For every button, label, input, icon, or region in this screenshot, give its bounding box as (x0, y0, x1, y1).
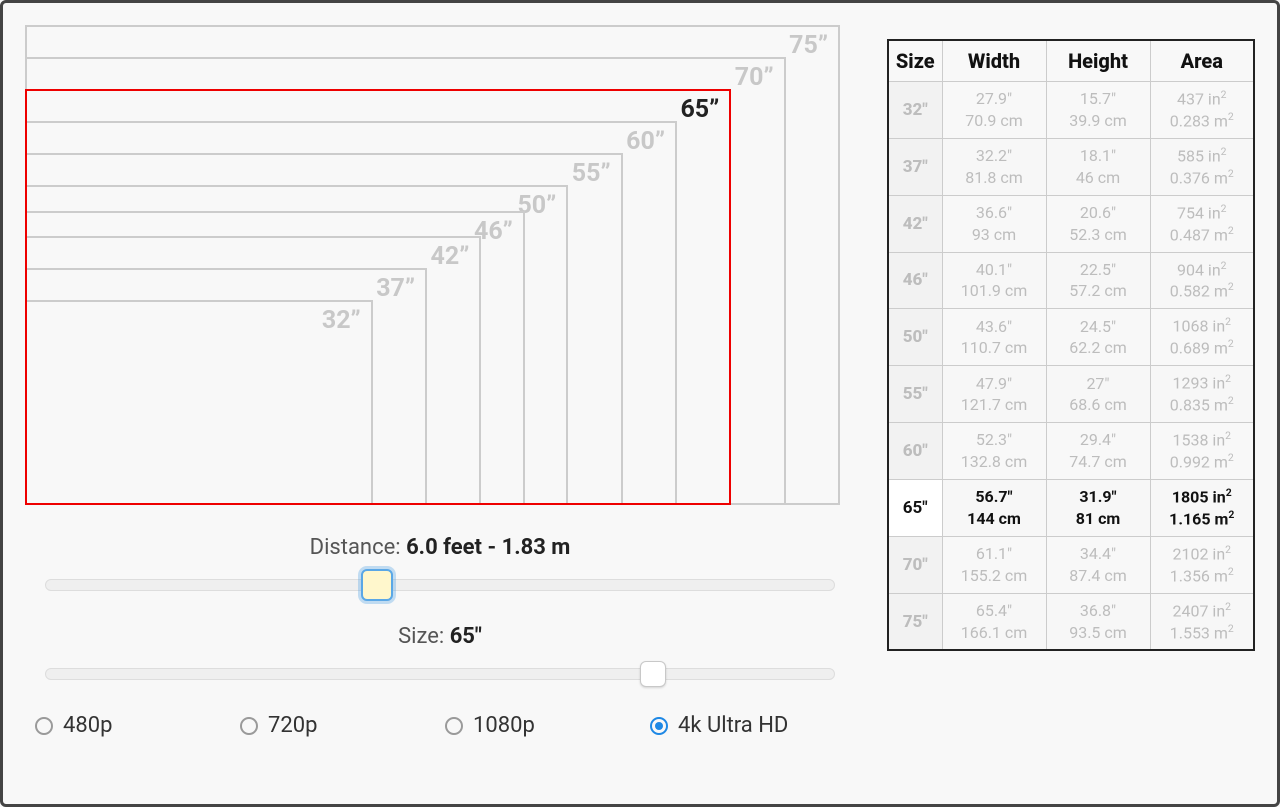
cell-size: 42" (888, 195, 942, 252)
distance-slider[interactable] (45, 570, 835, 600)
cell-height: 36.8"93.5 cm (1046, 593, 1150, 650)
resolution-radio-1080p[interactable]: 1080p (445, 713, 650, 738)
cell-size: 60" (888, 423, 942, 480)
radio-label: 480p (63, 713, 112, 738)
radio-dot-icon (650, 717, 668, 735)
cell-area: 2407 in21.553 m2 (1150, 593, 1254, 650)
table-row: 65"56.7"144 cm31.9"81 cm1805 in21.165 m2 (888, 479, 1254, 536)
cell-size: 55" (888, 366, 942, 423)
table-header-height: Height (1046, 40, 1150, 82)
radio-label: 1080p (473, 713, 535, 738)
cell-area: 585 in20.376 m2 (1150, 138, 1254, 195)
cell-height: 27"68.6 cm (1046, 366, 1150, 423)
cell-height: 22.5"57.2 cm (1046, 252, 1150, 309)
cell-area: 1068 in20.689 m2 (1150, 309, 1254, 366)
cell-size: 32" (888, 82, 942, 139)
tv-outline-label-65: 65” (680, 95, 719, 124)
table-row: 46"40.1"101.9 cm22.5"57.2 cm904 in20.582… (888, 252, 1254, 309)
table-header-area: Area (1150, 40, 1254, 82)
cell-width: 32.2"81.8 cm (942, 138, 1046, 195)
cell-height: 29.4"74.7 cm (1046, 423, 1150, 480)
tv-outline-65: 65” (25, 89, 731, 505)
radio-label: 720p (268, 713, 317, 738)
distance-slider-track (45, 579, 835, 591)
cell-width: 40.1"101.9 cm (942, 252, 1046, 309)
cell-height: 15.7"39.9 cm (1046, 82, 1150, 139)
radio-dot-icon (35, 717, 53, 735)
cell-height: 24.5"62.2 cm (1046, 309, 1150, 366)
cell-area: 2102 in21.356 m2 (1150, 536, 1254, 593)
table-header-size: Size (888, 40, 942, 82)
cell-area: 1293 in20.835 m2 (1150, 366, 1254, 423)
resolution-radio-group: 480p 720p 1080p 4k Ultra HD (25, 713, 855, 738)
radio-label: 4k Ultra HD (678, 713, 788, 738)
cell-height: 34.4"87.4 cm (1046, 536, 1150, 593)
cell-height: 18.1"46 cm (1046, 138, 1150, 195)
distance-label: Distance: 6.0 feet - 1.83 m (25, 535, 855, 560)
table-row: 55"47.9"121.7 cm27"68.6 cm1293 in20.835 … (888, 366, 1254, 423)
cell-width: 27.9"70.9 cm (942, 82, 1046, 139)
resolution-radio-480p[interactable]: 480p (35, 713, 240, 738)
table-header-width: Width (942, 40, 1046, 82)
tv-outline-label-75: 75” (789, 31, 828, 60)
table-row: 50"43.6"110.7 cm24.5"62.2 cm1068 in20.68… (888, 309, 1254, 366)
radio-dot-icon (445, 717, 463, 735)
cell-size: 37" (888, 138, 942, 195)
cell-width: 52.3"132.8 cm (942, 423, 1046, 480)
table-row: 60"52.3"132.8 cm29.4"74.7 cm1538 in20.99… (888, 423, 1254, 480)
radio-dot-icon (240, 717, 258, 735)
size-slider-thumb[interactable] (640, 661, 666, 687)
resolution-radio-4k-ultra-hd[interactable]: 4k Ultra HD (650, 713, 855, 738)
cell-size: 70" (888, 536, 942, 593)
cell-area: 1538 in20.992 m2 (1150, 423, 1254, 480)
size-table: SizeWidthHeightArea 32"27.9"70.9 cm15.7"… (887, 39, 1255, 651)
cell-size: 50" (888, 309, 942, 366)
tv-outline-label-70: 70” (735, 63, 774, 92)
distance-slider-thumb[interactable] (361, 569, 393, 601)
cell-size: 75" (888, 593, 942, 650)
cell-area: 1805 in21.165 m2 (1150, 479, 1254, 536)
table-row: 42"36.6"93 cm20.6"52.3 cm754 in20.487 m2 (888, 195, 1254, 252)
cell-size: 46" (888, 252, 942, 309)
cell-width: 65.4"166.1 cm (942, 593, 1046, 650)
cell-height: 31.9"81 cm (1046, 479, 1150, 536)
cell-height: 20.6"52.3 cm (1046, 195, 1150, 252)
cell-width: 36.6"93 cm (942, 195, 1046, 252)
cell-width: 43.6"110.7 cm (942, 309, 1046, 366)
resolution-radio-720p[interactable]: 720p (240, 713, 445, 738)
cell-size: 65" (888, 479, 942, 536)
cell-area: 904 in20.582 m2 (1150, 252, 1254, 309)
tv-size-diagram: 75”70”65”60”55”50”46”42”37”32” (25, 25, 840, 505)
cell-area: 437 in20.283 m2 (1150, 82, 1254, 139)
table-row: 75"65.4"166.1 cm36.8"93.5 cm2407 in21.55… (888, 593, 1254, 650)
table-row: 70"61.1"155.2 cm34.4"87.4 cm2102 in21.35… (888, 536, 1254, 593)
cell-width: 56.7"144 cm (942, 479, 1046, 536)
cell-area: 754 in20.487 m2 (1150, 195, 1254, 252)
table-row: 32"27.9"70.9 cm15.7"39.9 cm437 in20.283 … (888, 82, 1254, 139)
table-row: 37"32.2"81.8 cm18.1"46 cm585 in20.376 m2 (888, 138, 1254, 195)
cell-width: 47.9"121.7 cm (942, 366, 1046, 423)
size-label: Size: 65" (25, 624, 855, 649)
size-slider-track (45, 668, 835, 680)
cell-width: 61.1"155.2 cm (942, 536, 1046, 593)
size-slider[interactable] (45, 659, 835, 689)
